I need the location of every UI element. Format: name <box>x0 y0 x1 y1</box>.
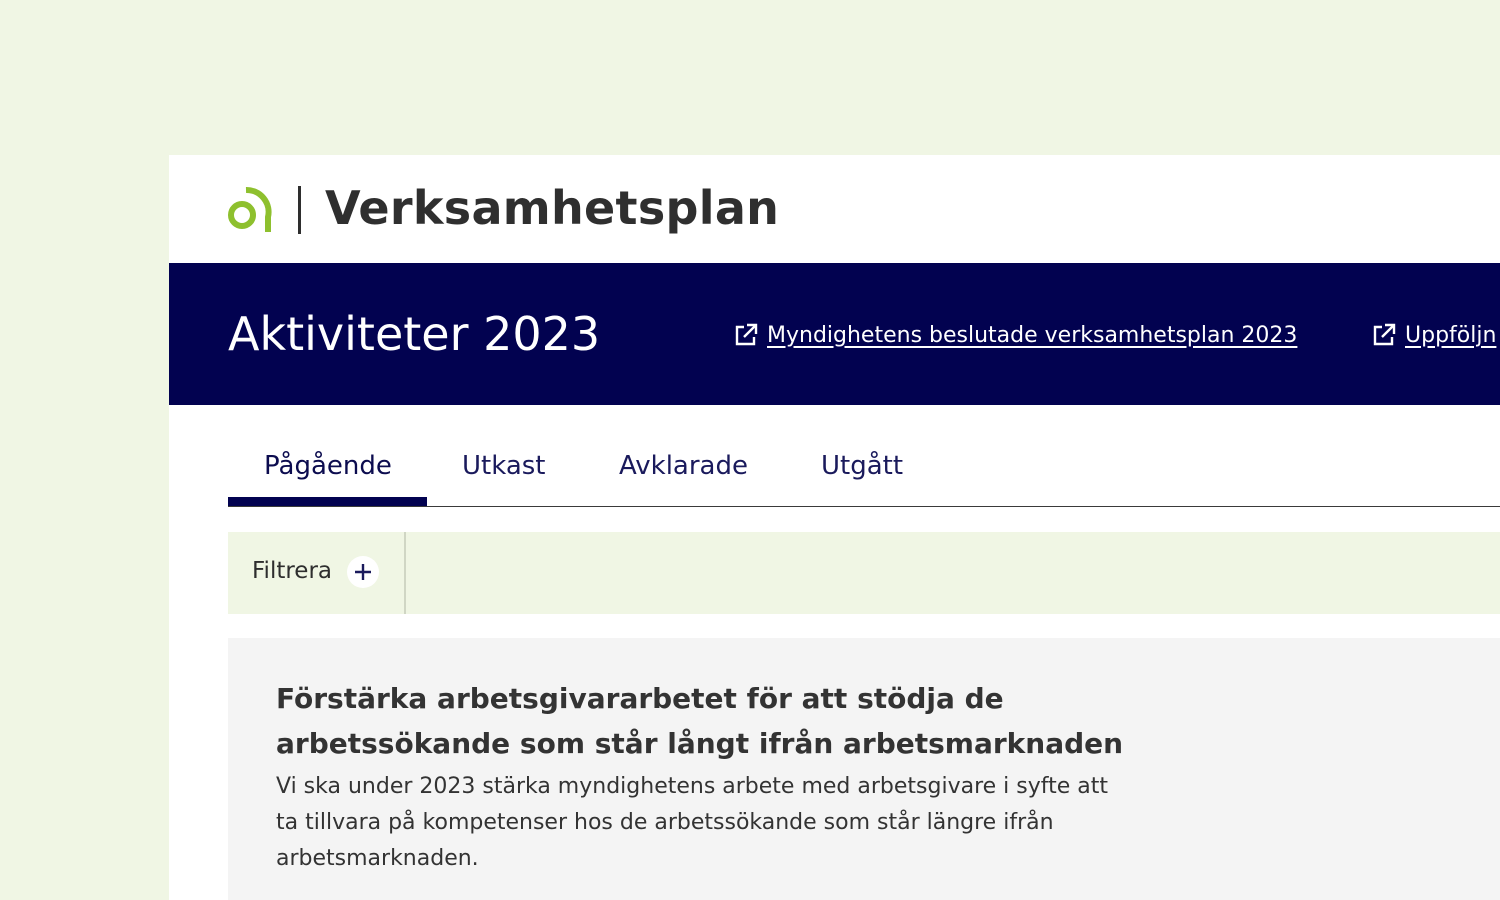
activity-title[interactable]: Förstärka arbetsgivararbetet för att stö… <box>276 676 1156 766</box>
active-tab-indicator <box>228 497 427 506</box>
filter-separator <box>404 532 406 614</box>
verksamhetsplan-link[interactable]: Myndighetens beslutade verksamhetsplan 2… <box>733 319 1297 351</box>
activity-description: Vi ska under 2023 stärka myndighetens ar… <box>276 774 1109 871</box>
external-link-icon <box>735 323 758 346</box>
verksamhetsplan-link-label: Myndighetens beslutade verksamhetsplan 2… <box>767 322 1298 348</box>
tab-utgatt[interactable]: Utgått <box>821 451 903 481</box>
tab-utkast[interactable]: Utkast <box>462 451 546 481</box>
activity-card[interactable]: Förstärka arbetsgivararbetet för att stö… <box>228 638 1500 900</box>
filter-label[interactable]: Filtrera <box>252 558 332 584</box>
external-link-icon <box>1373 323 1396 346</box>
page-banner: Aktiviteter 2023 Myndighetens beslutade … <box>169 263 1500 405</box>
tab-pagaende[interactable]: Pågående <box>264 451 392 481</box>
status-tabs: Pågående Utkast Avklarade Utgått <box>228 405 1500 507</box>
main-panel: Verksamhetsplan Aktiviteter 2023 Myndigh… <box>169 155 1500 900</box>
tab-avklarade[interactable]: Avklarade <box>619 451 748 481</box>
filter-add-button[interactable] <box>347 556 379 588</box>
uppfoljning-link-label: Uppföljn <box>1405 322 1497 348</box>
filter-bar: Filtrera <box>228 532 1500 614</box>
page-title: Aktiviteter 2023 <box>228 307 601 361</box>
arc-circle-logo[interactable] <box>226 185 276 235</box>
plus-icon <box>355 564 371 580</box>
app-title: Verksamhetsplan <box>325 181 780 235</box>
header-divider <box>298 186 301 234</box>
uppfoljning-link[interactable]: Uppföljn <box>1371 319 1496 351</box>
top-header: Verksamhetsplan <box>169 155 1500 263</box>
